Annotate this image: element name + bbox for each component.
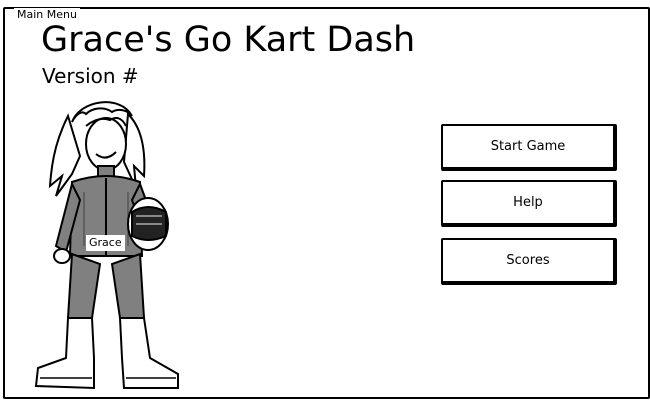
help-button[interactable]: Help (441, 180, 617, 227)
start-game-button[interactable]: Start Game (441, 124, 617, 171)
game-title: Grace's Go Kart Dash (41, 20, 416, 60)
scores-button[interactable]: Scores (441, 238, 617, 285)
version-label: Version # (42, 64, 139, 88)
character-name-label: Grace (86, 235, 125, 251)
